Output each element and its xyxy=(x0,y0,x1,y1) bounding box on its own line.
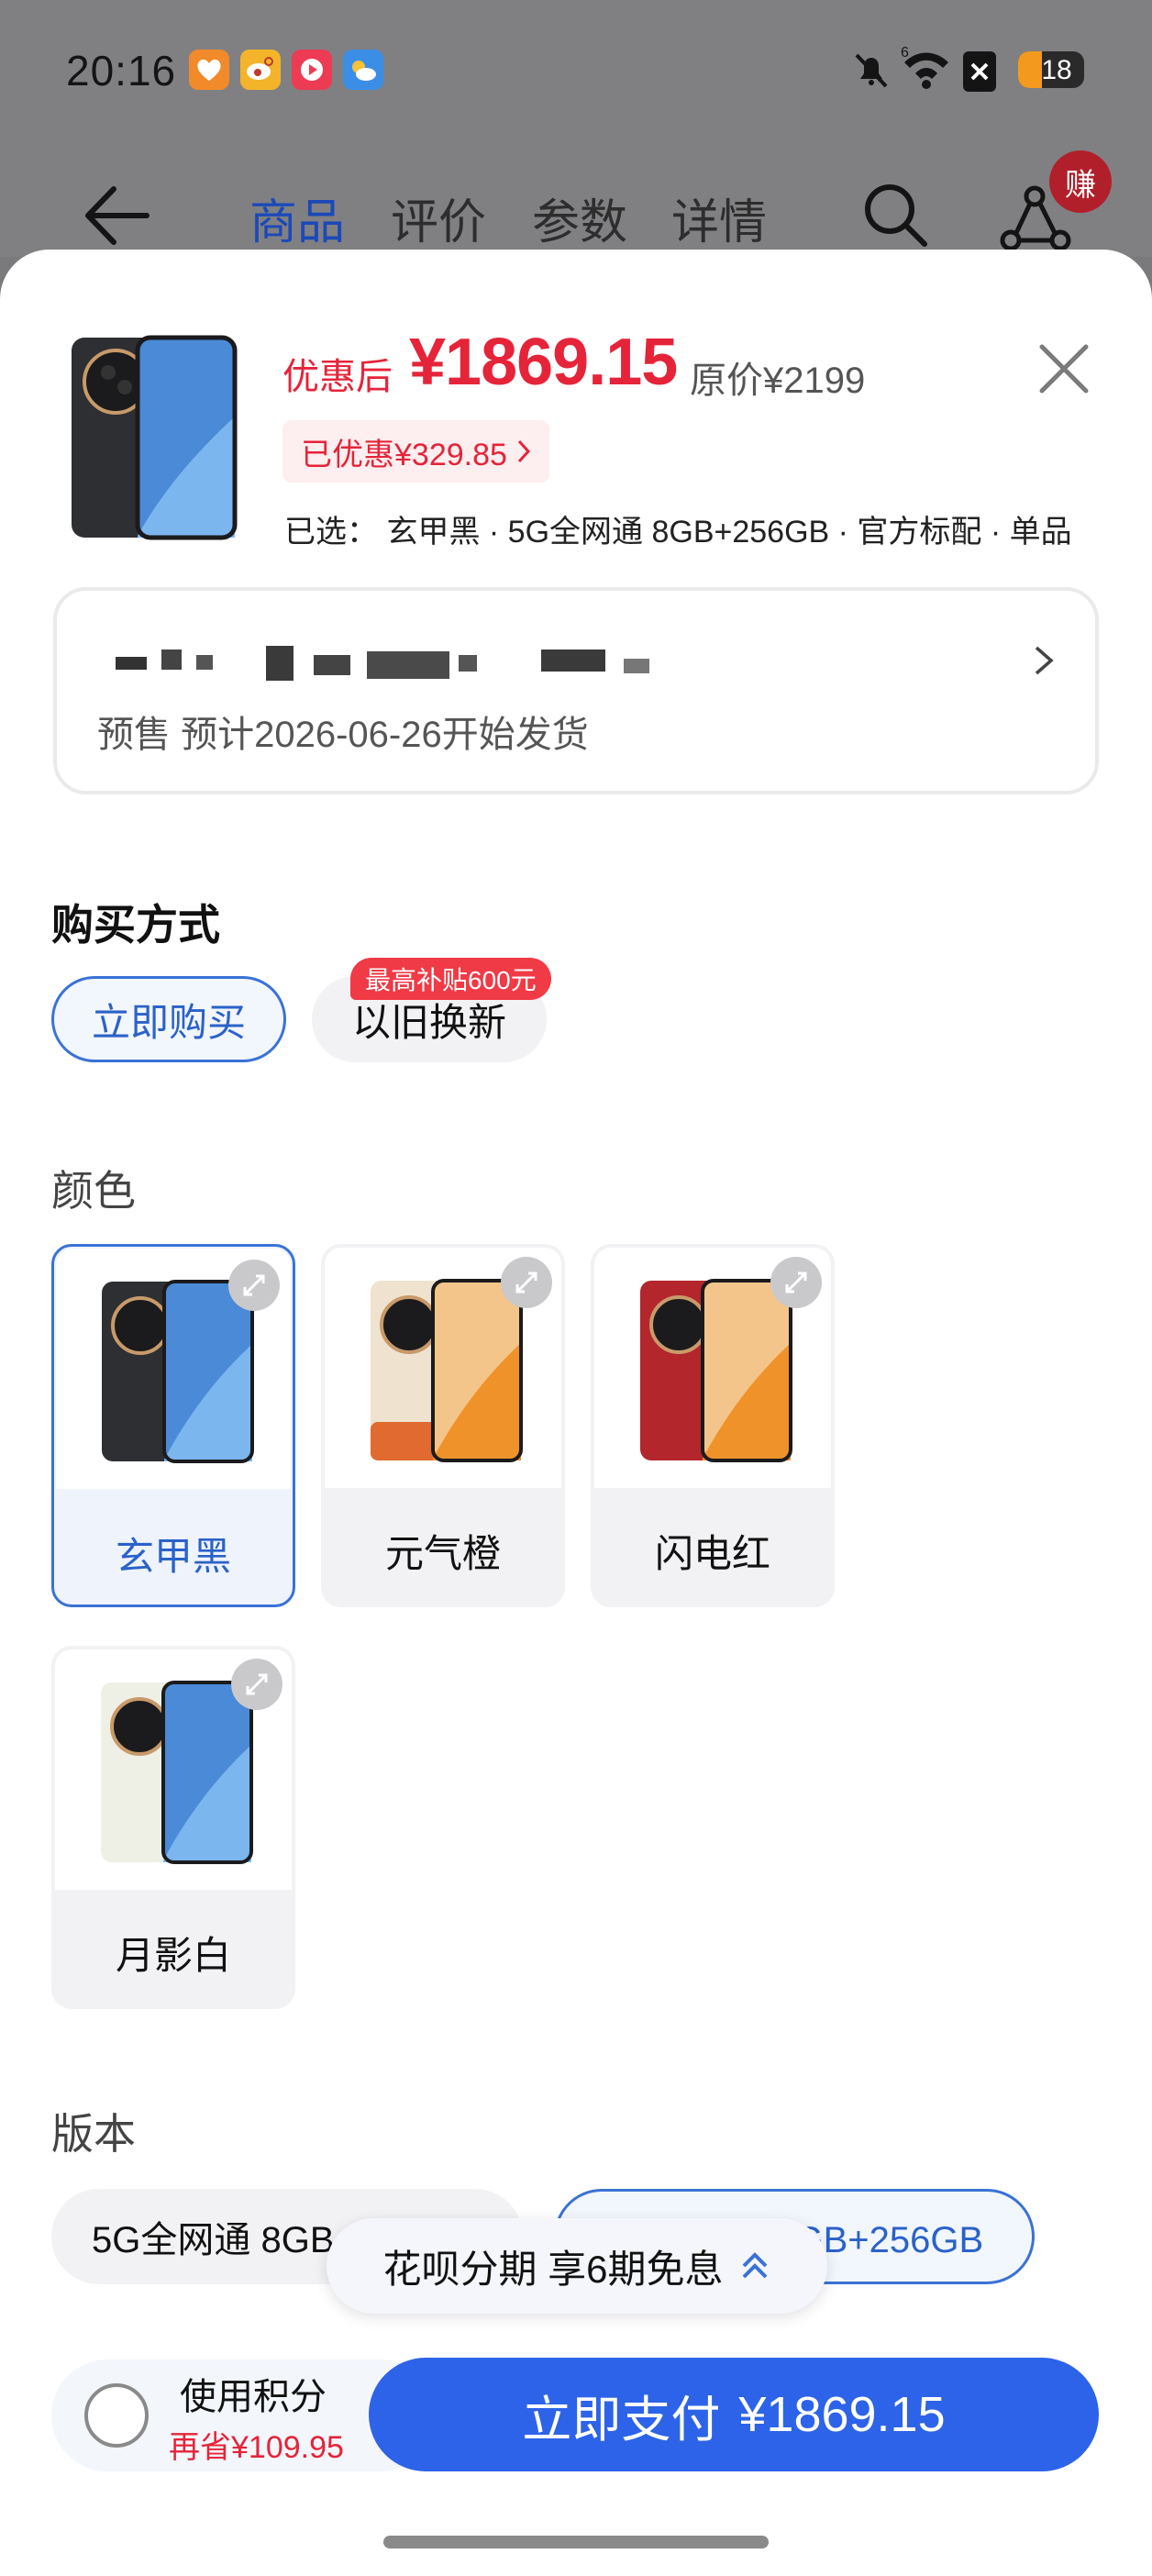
color-option-white[interactable]: 月影白 xyxy=(51,1646,295,2009)
color-label: 闪电红 xyxy=(654,1532,770,1575)
color-option-red[interactable]: 闪电红 xyxy=(591,1244,835,1607)
price-label: 优惠后 xyxy=(282,357,393,397)
points-save: 再省¥109.95 xyxy=(169,2430,344,2465)
version-title: 版本 xyxy=(51,2110,136,2158)
color-option-orange[interactable]: 元气橙 xyxy=(321,1244,565,1607)
back-arrow-icon[interactable] xyxy=(81,183,150,248)
tab-params[interactable]: 参数 xyxy=(532,183,627,252)
weibo-app-icon xyxy=(240,50,281,90)
chevron-right-icon xyxy=(517,439,530,463)
expand-icon[interactable] xyxy=(228,1260,280,1311)
earn-badge[interactable]: 赚 xyxy=(1049,150,1112,213)
pay-label: 立即支付 xyxy=(522,2392,721,2448)
video-app-icon xyxy=(292,50,332,90)
color-label: 玄甲黑 xyxy=(115,1535,231,1578)
color-title: 颜色 xyxy=(51,1167,136,1215)
address-card[interactable] xyxy=(53,587,1099,794)
double-chevron-up-icon xyxy=(742,2252,767,2279)
chevron-right-icon[interactable] xyxy=(1025,642,1062,679)
product-thumbnail xyxy=(68,334,238,541)
mute-bell-icon xyxy=(851,50,892,90)
tab-details[interactable]: 详情 xyxy=(671,183,767,252)
buy-now-option[interactable]: 立即购买 xyxy=(51,976,286,1062)
selected-spec: 已选： 玄甲黑 · 5G全网通 8GB+256GB · 官方标配 · 单品 xyxy=(284,515,1072,550)
color-label: 月影白 xyxy=(115,1934,231,1977)
battery-indicator: 18 xyxy=(1018,51,1084,88)
wifi-icon: 6 xyxy=(901,45,952,92)
original-price: 原价¥2199 xyxy=(690,361,866,401)
heart-app-icon xyxy=(189,50,229,90)
close-icon[interactable] xyxy=(1035,339,1093,398)
search-icon[interactable] xyxy=(858,178,932,251)
no-sim-icon xyxy=(963,51,996,92)
pay-now-button[interactable]: 立即支付 ¥1869.15 xyxy=(369,2358,1099,2471)
signal-label: 6 xyxy=(901,46,909,61)
weather-app-icon xyxy=(343,50,383,90)
color-label: 元气橙 xyxy=(384,1532,501,1575)
discount-text: 已优惠¥329.85 xyxy=(301,437,507,472)
discount-chip[interactable]: 已优惠¥329.85 xyxy=(282,420,549,483)
purchase-method-title: 购买方式 xyxy=(51,901,220,949)
color-option-black[interactable]: 玄甲黑 xyxy=(51,1244,295,1607)
points-label: 使用积分 xyxy=(180,2377,327,2417)
tab-goods[interactable]: 商品 xyxy=(249,183,345,252)
expand-icon[interactable] xyxy=(770,1257,822,1308)
final-price: ¥1869.15 xyxy=(409,326,678,399)
tab-reviews[interactable]: 评价 xyxy=(391,183,486,252)
address-redacted xyxy=(110,642,679,684)
battery-level: 18 xyxy=(1041,55,1072,85)
home-indicator[interactable] xyxy=(383,2536,769,2548)
expand-icon[interactable] xyxy=(501,1257,552,1308)
shipping-status: 预售 预计2026-06-26开始发货 xyxy=(97,715,589,755)
installment-label: 花呗分期 享6期免息 xyxy=(382,2247,724,2291)
trade-in-badge: 最高补贴600元 xyxy=(350,958,551,1000)
expand-icon[interactable] xyxy=(231,1659,282,1710)
points-radio[interactable] xyxy=(84,2383,149,2448)
pay-amount: ¥1869.15 xyxy=(738,2387,946,2442)
status-time: 20:16 xyxy=(66,47,177,94)
installment-tip[interactable]: 花呗分期 享6期免息 xyxy=(327,2218,827,2314)
